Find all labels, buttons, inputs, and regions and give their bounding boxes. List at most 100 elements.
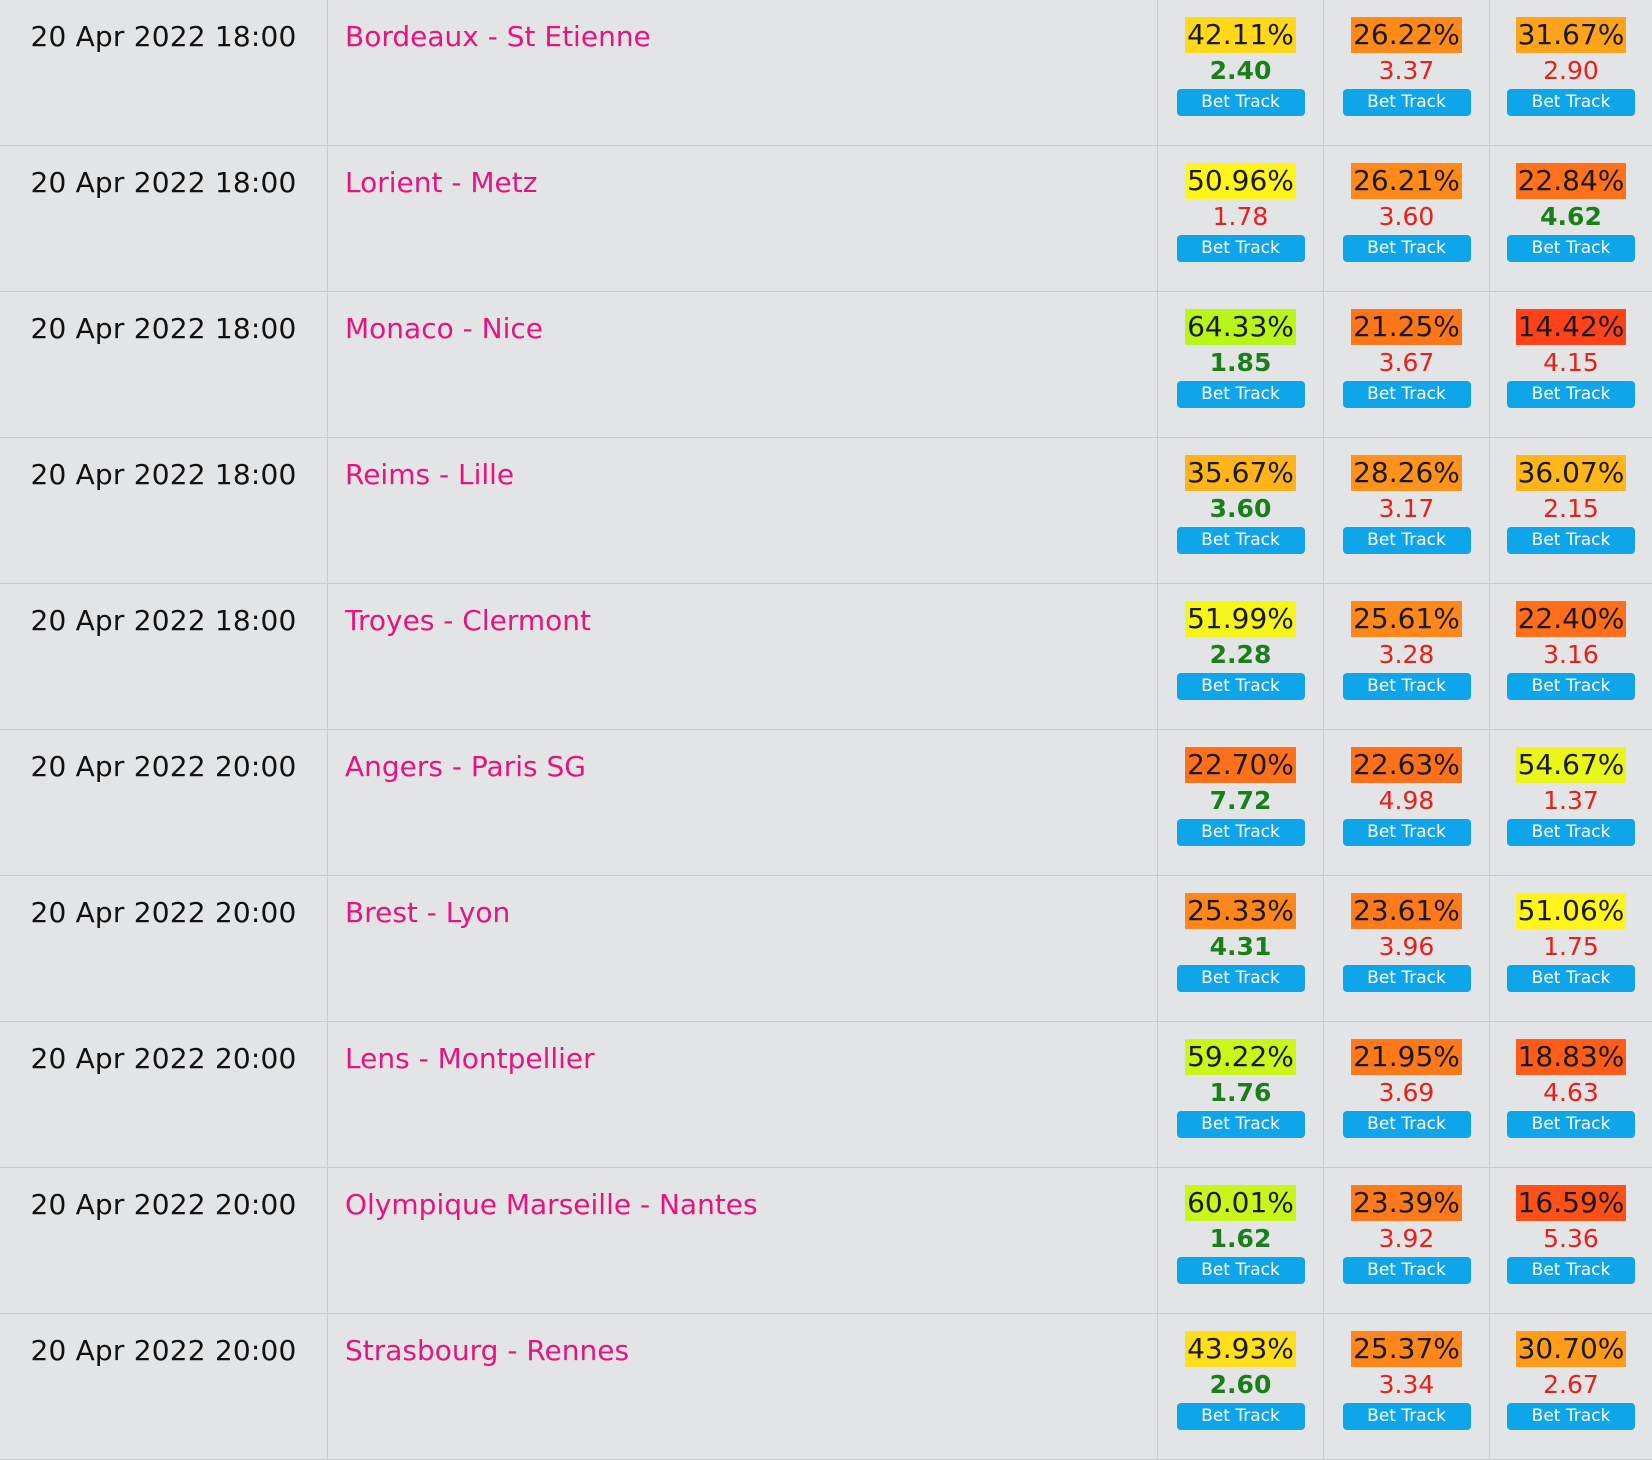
bet-track-button[interactable]: Bet Track — [1176, 673, 1305, 700]
bet-track-button[interactable]: Bet Track — [1507, 819, 1635, 846]
probability-badge: 22.84% — [1515, 163, 1627, 199]
outcome-home: 59.22% 1.76 Bet Track — [1158, 1022, 1324, 1167]
odds-value: 3.37 — [1378, 56, 1435, 85]
bet-track-button[interactable]: Bet Track — [1342, 89, 1471, 116]
probability-badge: 31.67% — [1515, 17, 1627, 53]
bet-track-button[interactable]: Bet Track — [1176, 1111, 1305, 1138]
match-link[interactable]: Lorient - Metz — [345, 166, 537, 199]
probability-badge: 14.42% — [1515, 309, 1627, 345]
match-row: 20 Apr 2022 18:00 Monaco - Nice 64.33% 1… — [0, 292, 1652, 438]
odds-value: 2.90 — [1543, 56, 1599, 85]
match-link[interactable]: Brest - Lyon — [345, 896, 510, 929]
bet-track-button[interactable]: Bet Track — [1507, 527, 1635, 554]
match-cell: Brest - Lyon — [328, 876, 1158, 1021]
probability-badge: 42.11% — [1185, 17, 1296, 53]
odds-value: 3.28 — [1378, 640, 1435, 669]
probability-badge: 64.33% — [1185, 309, 1296, 345]
odds-value: 1.85 — [1209, 348, 1272, 377]
probability-badge: 23.61% — [1351, 893, 1462, 929]
outcome-draw: 21.25% 3.67 Bet Track — [1324, 292, 1490, 437]
match-cell: Strasbourg - Rennes — [328, 1314, 1158, 1459]
bet-track-button[interactable]: Bet Track — [1342, 673, 1471, 700]
match-row: 20 Apr 2022 20:00 Brest - Lyon 25.33% 4.… — [0, 876, 1652, 1022]
probability-badge: 18.83% — [1515, 1039, 1627, 1075]
bet-track-button[interactable]: Bet Track — [1342, 1257, 1471, 1284]
bet-track-button[interactable]: Bet Track — [1507, 1257, 1635, 1284]
bet-track-button[interactable]: Bet Track — [1507, 965, 1635, 992]
probability-badge: 35.67% — [1185, 455, 1296, 491]
bet-track-button[interactable]: Bet Track — [1507, 1403, 1635, 1430]
bet-track-button[interactable]: Bet Track — [1507, 673, 1635, 700]
outcome-away: 22.84% 4.62 Bet Track — [1490, 146, 1652, 291]
bet-track-button[interactable]: Bet Track — [1342, 819, 1471, 846]
odds-value: 3.34 — [1378, 1370, 1435, 1399]
outcome-home: 51.99% 2.28 Bet Track — [1158, 584, 1324, 729]
odds-value: 2.67 — [1543, 1370, 1599, 1399]
probability-badge: 22.63% — [1351, 747, 1462, 783]
probability-badge: 21.95% — [1351, 1039, 1462, 1075]
outcome-away: 54.67% 1.37 Bet Track — [1490, 730, 1652, 875]
bet-track-button[interactable]: Bet Track — [1176, 819, 1305, 846]
bet-track-button[interactable]: Bet Track — [1176, 89, 1305, 116]
match-link[interactable]: Bordeaux - St Etienne — [345, 20, 651, 53]
probability-badge: 28.26% — [1351, 455, 1462, 491]
odds-value: 3.60 — [1209, 494, 1272, 523]
match-cell: Bordeaux - St Etienne — [328, 0, 1158, 145]
match-link[interactable]: Lens - Montpellier — [345, 1042, 595, 1075]
match-link[interactable]: Angers - Paris SG — [345, 750, 586, 783]
match-date: 20 Apr 2022 20:00 — [0, 1314, 328, 1459]
probability-badge: 36.07% — [1515, 455, 1627, 491]
odds-value: 3.96 — [1378, 932, 1435, 961]
odds-value: 3.67 — [1378, 348, 1435, 377]
probability-badge: 22.40% — [1515, 601, 1627, 637]
bet-track-button[interactable]: Bet Track — [1176, 235, 1305, 262]
bet-track-button[interactable]: Bet Track — [1342, 1403, 1471, 1430]
match-link[interactable]: Strasbourg - Rennes — [345, 1334, 629, 1367]
outcome-away: 18.83% 4.63 Bet Track — [1490, 1022, 1652, 1167]
match-date: 20 Apr 2022 20:00 — [0, 730, 328, 875]
bet-track-button[interactable]: Bet Track — [1342, 527, 1471, 554]
bet-track-button[interactable]: Bet Track — [1507, 1111, 1635, 1138]
match-cell: Monaco - Nice — [328, 292, 1158, 437]
outcome-home: 64.33% 1.85 Bet Track — [1158, 292, 1324, 437]
match-date: 20 Apr 2022 20:00 — [0, 1022, 328, 1167]
match-date: 20 Apr 2022 18:00 — [0, 584, 328, 729]
matches-table: 20 Apr 2022 18:00 Bordeaux - St Etienne … — [0, 0, 1652, 1460]
probability-badge: 26.22% — [1351, 17, 1462, 53]
bet-track-button[interactable]: Bet Track — [1176, 527, 1305, 554]
odds-value: 1.76 — [1209, 1078, 1272, 1107]
match-link[interactable]: Reims - Lille — [345, 458, 514, 491]
odds-value: 3.60 — [1378, 202, 1435, 231]
bet-track-button[interactable]: Bet Track — [1176, 965, 1305, 992]
outcome-draw: 25.37% 3.34 Bet Track — [1324, 1314, 1490, 1459]
probability-badge: 60.01% — [1185, 1185, 1296, 1221]
odds-value: 3.17 — [1378, 494, 1435, 523]
match-date: 20 Apr 2022 20:00 — [0, 876, 328, 1021]
match-row: 20 Apr 2022 20:00 Strasbourg - Rennes 43… — [0, 1314, 1652, 1460]
outcome-away: 22.40% 3.16 Bet Track — [1490, 584, 1652, 729]
outcome-home: 25.33% 4.31 Bet Track — [1158, 876, 1324, 1021]
outcome-draw: 22.63% 4.98 Bet Track — [1324, 730, 1490, 875]
match-link[interactable]: Troyes - Clermont — [345, 604, 591, 637]
bet-track-button[interactable]: Bet Track — [1176, 1403, 1305, 1430]
bet-track-button[interactable]: Bet Track — [1342, 965, 1471, 992]
outcome-draw: 21.95% 3.69 Bet Track — [1324, 1022, 1490, 1167]
bet-track-button[interactable]: Bet Track — [1342, 235, 1471, 262]
probability-badge: 54.67% — [1515, 747, 1627, 783]
outcome-home: 50.96% 1.78 Bet Track — [1158, 146, 1324, 291]
bet-track-button[interactable]: Bet Track — [1507, 381, 1635, 408]
bet-track-button[interactable]: Bet Track — [1176, 1257, 1305, 1284]
match-link[interactable]: Olympique Marseille - Nantes — [345, 1188, 758, 1221]
bet-track-button[interactable]: Bet Track — [1507, 235, 1635, 262]
outcome-draw: 26.22% 3.37 Bet Track — [1324, 0, 1490, 145]
probability-badge: 51.99% — [1185, 601, 1296, 637]
match-link[interactable]: Monaco - Nice — [345, 312, 543, 345]
bet-track-button[interactable]: Bet Track — [1342, 381, 1471, 408]
probability-badge: 25.61% — [1351, 601, 1462, 637]
bet-track-button[interactable]: Bet Track — [1342, 1111, 1471, 1138]
bet-track-button[interactable]: Bet Track — [1507, 89, 1635, 116]
match-cell: Lens - Montpellier — [328, 1022, 1158, 1167]
outcome-home: 42.11% 2.40 Bet Track — [1158, 0, 1324, 145]
match-row: 20 Apr 2022 18:00 Bordeaux - St Etienne … — [0, 0, 1652, 146]
bet-track-button[interactable]: Bet Track — [1176, 381, 1305, 408]
